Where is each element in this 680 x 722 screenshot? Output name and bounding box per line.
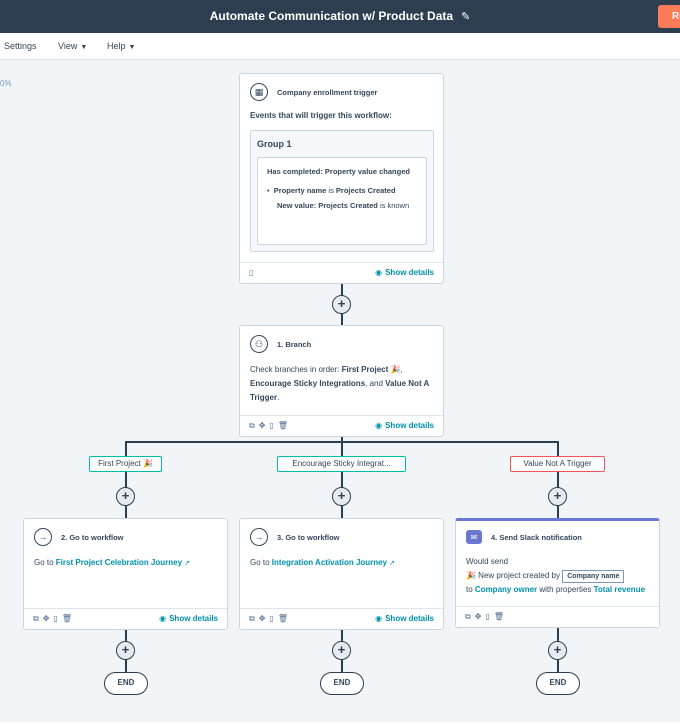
copy-move-delete-icons[interactable]: ⧉✥▯🗑 [465,612,508,622]
show-details-link[interactable]: ◉ Show details [375,268,434,277]
chevron-down-icon: ▼ [128,44,136,51]
connector-line [125,441,127,519]
end-node: END [536,672,580,695]
trigger-intro: Events that will trigger this workflow: [250,111,392,120]
eye-icon: ◉ [159,614,167,623]
action-title: 4. Send Slack notification [491,532,582,542]
branch-label-encourage-sticky[interactable]: Encourage Sticky Integrat... [277,456,406,472]
menu-settings[interactable]: Settings [4,41,37,51]
connector-line [557,441,559,519]
trigger-group[interactable]: Group 1 Has completed: Property value ch… [250,130,434,252]
arrow-right-icon: → [250,528,268,546]
clipboard-icon[interactable]: ▯ [249,268,257,277]
branch-card[interactable]: ⚇ 1. Branch Check branches in order: Fir… [239,325,444,437]
external-link-icon[interactable]: ↗ [184,560,190,567]
branch-label-first-project[interactable]: First Project 🎉 [89,456,162,472]
trigger-title: Company enrollment trigger [277,87,378,97]
menu-bar: Settings View ▼ Help ▼ [0,33,680,60]
action-description: Go to Integration Activation Journey ↗ [250,558,395,567]
goto-workflow-card[interactable]: → 2. Go to workflow Go to First Project … [23,518,228,630]
eye-icon: ◉ [375,421,383,430]
end-node: END [320,672,364,695]
connector-line [341,437,343,519]
add-action-button[interactable]: + [116,487,135,506]
add-action-button[interactable]: + [332,295,351,314]
enrollment-trigger-card[interactable]: ▦ Company enrollment trigger Events that… [239,73,444,284]
goto-workflow-card[interactable]: → 3. Go to workflow Go to Integration Ac… [239,518,444,630]
filter-bullet: • Property name is Projects Created [267,186,396,195]
eye-icon: ◉ [375,614,383,623]
add-action-button[interactable]: + [548,641,567,660]
branch-connector-line [125,441,558,443]
branch-title: 1. Branch [277,339,312,349]
total-revenue-link[interactable]: Total revenue [594,585,645,594]
external-link-icon[interactable]: ↗ [389,560,395,567]
company-name-token[interactable]: Company name [562,570,625,583]
event-label: Has completed: Property value changed [267,167,410,176]
workflow-link[interactable]: Integration Activation Journey [272,558,387,567]
mail-icon: ✉ [466,530,482,544]
slack-message: Would send 🎉 New project created by Comp… [466,557,646,594]
arrow-right-icon: → [34,528,52,546]
add-action-button[interactable]: + [548,487,567,506]
workflow-link[interactable]: First Project Celebration Journey [56,558,182,567]
review-button[interactable]: Re [658,5,680,28]
branch-icon: ⚇ [250,335,268,353]
slack-notification-card[interactable]: ✉ 4. Send Slack notification Would send … [455,518,660,628]
copy-move-delete-icons[interactable]: ⧉✥▯🗑 [249,614,292,624]
copy-move-delete-icons[interactable]: ⧉✥▯🗑 [249,421,292,431]
add-action-button[interactable]: + [332,487,351,506]
action-title: 2. Go to workflow [61,532,124,542]
action-description: Go to First Project Celebration Journey ↗ [34,558,190,567]
menu-view[interactable]: View ▼ [58,41,87,51]
show-details-link[interactable]: ◉ Show details [159,614,218,623]
end-node: END [104,672,148,695]
branch-label-value-not-trigger[interactable]: Value Not A Trigger [510,456,605,472]
company-owner-link[interactable]: Company owner [475,585,537,594]
new-value-line: New value: Projects Created is known [277,201,410,210]
action-title: 3. Go to workflow [277,532,340,542]
add-action-button[interactable]: + [332,641,351,660]
copy-move-delete-icons[interactable]: ⧉✥▯🗑 [33,614,76,624]
eye-icon: ◉ [375,268,383,277]
edit-pencil-icon[interactable]: ✎ [461,10,470,23]
show-details-link[interactable]: ◉ Show details [375,614,434,623]
group-title: Group 1 [257,139,292,149]
zoom-level: 0% [0,79,12,88]
chevron-down-icon: ▼ [80,44,88,51]
workflow-title[interactable]: Automate Communication w/ Product Data [210,9,453,23]
company-building-icon: ▦ [250,83,268,101]
filter-box: Has completed: Property value changed • … [257,157,427,245]
branch-description: Check branches in order: First Project 🎉… [250,365,430,402]
add-action-button[interactable]: + [116,641,135,660]
menu-help[interactable]: Help ▼ [107,41,135,51]
show-details-link[interactable]: ◉ Show details [375,421,434,430]
top-bar: Automate Communication w/ Product Data ✎ … [0,0,680,33]
